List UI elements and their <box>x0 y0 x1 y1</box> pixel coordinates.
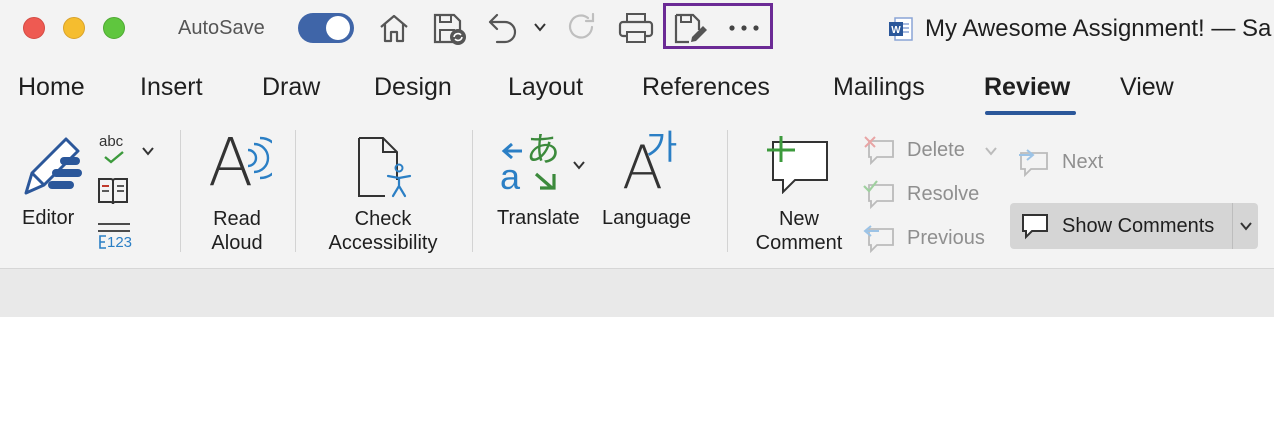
show-comments-divider <box>1232 203 1233 249</box>
print-icon[interactable] <box>617 12 655 44</box>
next-comment-icon[interactable] <box>1017 147 1051 177</box>
new-comment-label[interactable]: New Comment <box>743 207 855 255</box>
delete-label[interactable]: Delete <box>907 139 965 162</box>
tab-references[interactable]: References <box>642 73 770 102</box>
thesaurus-book-icon[interactable] <box>97 176 129 206</box>
more-options-icon[interactable] <box>728 24 760 32</box>
document-title: My Awesome Assignment! — Sa <box>925 15 1272 42</box>
ribbon-separator <box>180 130 181 252</box>
read-aloud-line-2: Aloud <box>211 232 263 254</box>
spelling-abc-label: abc <box>99 133 124 150</box>
show-comments-dropdown-chevron-icon[interactable] <box>1238 219 1254 233</box>
word-count-number: 123 <box>107 234 133 251</box>
translate-dropdown-chevron-icon[interactable] <box>571 158 587 172</box>
delete-comment-icon[interactable] <box>863 135 895 165</box>
active-tab-underline <box>985 111 1076 115</box>
new-comment-line-2: Comment <box>755 232 843 254</box>
tab-draw[interactable]: Draw <box>262 73 320 102</box>
tab-mailings[interactable]: Mailings <box>833 73 925 102</box>
minimize-window-button[interactable] <box>63 17 85 39</box>
show-comments-label: Show Comments <box>1062 215 1215 237</box>
home-icon[interactable] <box>377 12 411 44</box>
ribbon-separator <box>295 130 296 252</box>
new-comment-line-1: New <box>778 208 819 230</box>
tab-layout[interactable]: Layout <box>508 73 583 102</box>
ribbon-separator <box>727 130 728 252</box>
next-label[interactable]: Next <box>1062 151 1103 174</box>
read-aloud-label[interactable]: Read Aloud <box>196 207 278 255</box>
translate-icon[interactable]: あ a <box>500 131 564 198</box>
read-aloud-line-1: Read <box>213 208 261 230</box>
new-comment-icon[interactable] <box>767 136 831 194</box>
check-accessibility-label[interactable]: Check Accessibility <box>312 207 454 255</box>
autosave-toggle[interactable] <box>298 13 354 43</box>
show-comments-button[interactable]: Show Comments <box>1010 203 1258 249</box>
check-accessibility-line-2: Accessibility <box>328 232 438 254</box>
save-sync-icon[interactable] <box>432 12 468 46</box>
check-accessibility-line-1: Check <box>354 208 412 230</box>
delete-dropdown-chevron-icon[interactable] <box>983 144 999 158</box>
translate-japanese-glyph: あ <box>526 131 560 169</box>
undo-icon[interactable] <box>487 11 519 45</box>
spelling-check-icon[interactable] <box>103 150 125 164</box>
resolve-label[interactable]: Resolve <box>907 183 979 206</box>
editor-pen-icon[interactable] <box>18 133 86 201</box>
read-aloud-icon[interactable]: A <box>208 130 272 204</box>
spelling-dropdown-chevron-icon[interactable] <box>140 144 156 158</box>
toggle-knob <box>326 16 350 40</box>
redo-icon[interactable] <box>565 11 599 45</box>
editor-button-label[interactable]: Editor <box>22 207 74 230</box>
translate-label[interactable]: Translate <box>497 207 580 230</box>
autosave-label: AutoSave <box>178 17 265 39</box>
zoom-window-button[interactable] <box>103 17 125 39</box>
resolve-comment-icon[interactable] <box>863 179 895 209</box>
svg-text:W: W <box>891 25 901 36</box>
tab-home[interactable]: Home <box>18 73 85 102</box>
word-document-icon: W <box>887 15 915 43</box>
translate-latin-glyph: a <box>500 156 521 197</box>
check-accessibility-icon[interactable] <box>355 136 417 200</box>
close-window-button[interactable] <box>23 17 45 39</box>
previous-comment-icon[interactable] <box>863 223 895 253</box>
language-label[interactable]: Language <box>602 207 691 230</box>
language-icon[interactable]: A 가 <box>622 130 682 200</box>
tab-design[interactable]: Design <box>374 73 452 102</box>
previous-label[interactable]: Previous <box>907 227 985 250</box>
language-korean-glyph: 가 <box>646 129 678 167</box>
tab-view[interactable]: View <box>1120 73 1174 102</box>
tab-review[interactable]: Review <box>984 73 1070 102</box>
ribbon-separator <box>472 130 473 252</box>
document-canvas[interactable] <box>0 317 1274 446</box>
undo-dropdown-chevron-icon[interactable] <box>532 20 548 34</box>
tab-insert[interactable]: Insert <box>140 73 203 102</box>
save-as-edit-icon[interactable] <box>673 12 709 46</box>
ruler-bar <box>0 268 1274 318</box>
show-comments-icon <box>1020 212 1050 240</box>
